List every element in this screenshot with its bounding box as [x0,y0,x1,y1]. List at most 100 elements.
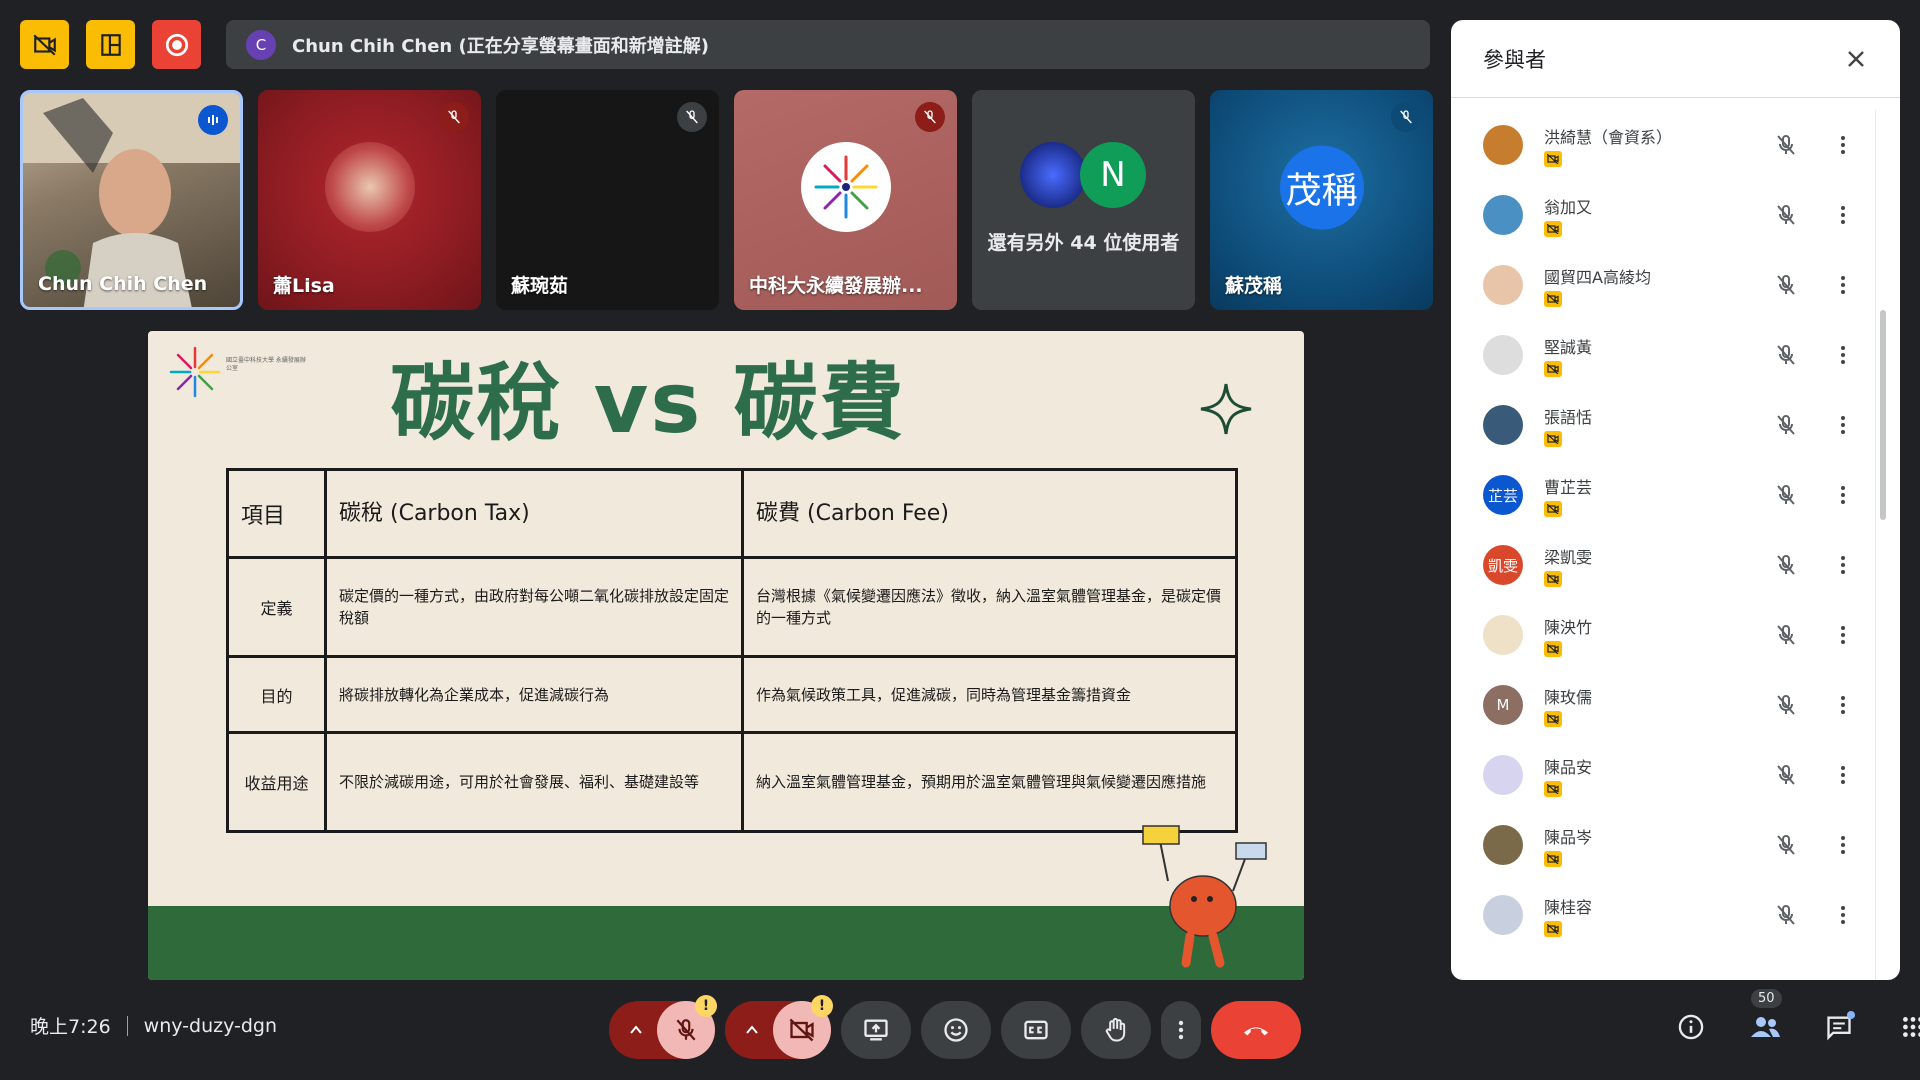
mic-off-icon[interactable] [1773,832,1799,858]
participant-avatar: 芷芸 [1483,475,1523,515]
mic-off-icon[interactable] [1773,272,1799,298]
raise-hand-button[interactable] [1081,1001,1151,1059]
chevron-up-icon [746,1025,758,1034]
table-row: 目的 將碳排放轉化為企業成本，促進減碳行為 作為氣候政策工具，促進減碳，同時為管… [226,655,1238,735]
participant-list: 洪綺慧（會資系） 翁加又國貿四A高綾均堅誠黃張語恬芷芸 曹芷芸凱雯 梁凱雯 陳泱竹 M 陳玫… [1483,110,1869,950]
participant-row[interactable]: 陳品安 [1483,740,1869,810]
participant-row[interactable]: 陳泱竹 [1483,600,1869,670]
more-vert-icon[interactable] [1833,272,1853,298]
more-vert-icon[interactable] [1833,202,1853,228]
participant-info: 陳品岑 [1544,824,1744,867]
apps-grid-icon [1903,1017,1920,1037]
present-screen-button[interactable] [841,1001,911,1059]
participant-name: 張語恬 [1544,407,1593,427]
table-cell: 定義 [226,556,327,659]
participant-avatar: 凱雯 [1483,545,1523,585]
captions-button[interactable] [1001,1001,1071,1059]
participant-row[interactable]: M 陳玫儒 [1483,670,1869,740]
mic-off-icon[interactable] [1773,692,1799,718]
participant-row[interactable]: 堅誠黃 [1483,320,1869,390]
tile-name: 蕭Lisa [273,275,335,297]
participant-row[interactable]: 國貿四A高綾均 [1483,250,1869,320]
mic-options-button[interactable] [623,1017,649,1043]
table-cell: 台灣根據《氣候變遷因應法》徵收，納入溫室氣體管理基金，是碳定價的一種方式 [741,556,1238,659]
mic-off-icon[interactable] [1773,132,1799,158]
panel-scrollbar[interactable] [1880,310,1886,520]
layout-icon[interactable] [86,20,135,69]
participant-row[interactable]: 凱雯 梁凱雯 [1483,530,1869,600]
meeting-details-button[interactable] [1675,1011,1707,1043]
tile-sustainability-office[interactable]: 中科大永續發展辦... [734,90,957,310]
more-vert-icon[interactable] [1833,552,1853,578]
mic-off-icon [677,102,707,132]
participant-row[interactable]: 陳品岑 [1483,810,1869,880]
participant-row[interactable]: 翁加又 [1483,180,1869,250]
slide-grass-strip [148,906,1304,980]
participant-name: 陳桂容 [1544,897,1593,917]
table-row: 收益用途 不限於減碳用途，可用於社會發展、福利、基礎建設等 納入溫室氣體管理基金… [226,731,1238,833]
participant-row[interactable]: 洪綺慧（會資系） [1483,110,1869,180]
table-cell: 將碳排放轉化為企業成本，促進減碳行為 [324,655,744,735]
panel-header: 參與者 [1451,20,1900,98]
camera-options-button[interactable] [739,1017,765,1043]
tile-others[interactable]: N 還有另外 44 位使用者 [972,90,1195,310]
recording-icon[interactable] [152,20,201,69]
chat-button[interactable] [1823,1011,1855,1043]
mic-off-icon[interactable] [1773,202,1799,228]
participant-info: 國貿四A高綾均 [1544,264,1744,307]
tile-su-mao-cheng[interactable]: 茂稱 蘇茂稱 [1210,90,1433,310]
mic-control-group: ! [609,995,717,1059]
more-vert-icon[interactable] [1833,342,1853,368]
more-vert-icon[interactable] [1833,132,1853,158]
tile-su-wan-ru[interactable]: 蘇琬茹 [496,90,719,310]
more-vert-icon[interactable] [1833,412,1853,438]
call-controls: ! ! [609,995,1301,1059]
more-vert-icon[interactable] [1833,622,1853,648]
chevron-up-icon [630,1025,642,1034]
tile-name: 中科大永續發展辦... [749,275,923,297]
table-cell: 收益用途 [226,731,327,833]
more-vert-icon [1178,1020,1184,1040]
participant-name: 國貿四A高綾均 [1544,267,1651,287]
slide-title: 碳稅 vs 碳費 [390,354,906,452]
mic-off-icon [1391,102,1421,132]
close-panel-button[interactable] [1842,45,1870,73]
participants-button[interactable]: 50 [1749,989,1782,1043]
unread-dot [1847,1011,1855,1019]
video-tiles: Chun Chih Chen 蕭Lisa 蘇琬茹 中科大永續發展辦... N 還… [20,90,1433,310]
mic-off-icon[interactable] [1773,482,1799,508]
more-options-button[interactable] [1161,1001,1201,1059]
hand-icon [1105,1018,1126,1042]
more-vert-icon[interactable] [1833,762,1853,788]
close-icon [1848,50,1864,67]
camera-control-group: ! [725,995,833,1059]
camera-blocked-icon[interactable] [20,20,69,69]
mic-off-icon[interactable] [1773,342,1799,368]
more-vert-icon[interactable] [1833,692,1853,718]
mic-off-icon[interactable] [1773,552,1799,578]
activities-button[interactable] [1897,1011,1920,1043]
more-vert-icon[interactable] [1833,902,1853,928]
leave-call-button[interactable] [1211,1001,1301,1059]
tile-lisa[interactable]: 蕭Lisa [258,90,481,310]
participant-row[interactable]: 張語恬 [1483,390,1869,460]
mic-off-icon[interactable] [1773,412,1799,438]
reactions-button[interactable] [921,1001,991,1059]
participant-row[interactable]: 芷芸 曹芷芸 [1483,460,1869,530]
participants-panel: 參與者 洪綺慧（會資系） 翁加又國貿四A高綾均堅誠黃張語恬芷芸 曹芷芸凱雯 梁凱雯 陳泱… [1451,20,1900,980]
tile-chun-chih-chen[interactable]: Chun Chih Chen [20,90,243,310]
participant-row[interactable]: 陳桂容 [1483,880,1869,950]
mic-off-icon[interactable] [1773,622,1799,648]
participant-name: 陳品岑 [1544,827,1593,847]
participant-name: 曹芷芸 [1544,477,1593,497]
more-vert-icon[interactable] [1833,482,1853,508]
participant-count-badge: 50 [1751,989,1782,1008]
mic-off-icon[interactable] [1773,902,1799,928]
camera-blocked-icon [1544,150,1562,167]
table-cell: 不限於減碳用途，可用於社會發展、福利、基礎建設等 [324,731,744,833]
mic-warning-badge: ! [695,995,717,1017]
table-cell: 作為氣候政策工具，促進減碳，同時為管理基金籌措資金 [741,655,1238,735]
mic-off-icon[interactable] [1773,762,1799,788]
participant-avatar [1483,125,1523,165]
more-vert-icon[interactable] [1833,832,1853,858]
